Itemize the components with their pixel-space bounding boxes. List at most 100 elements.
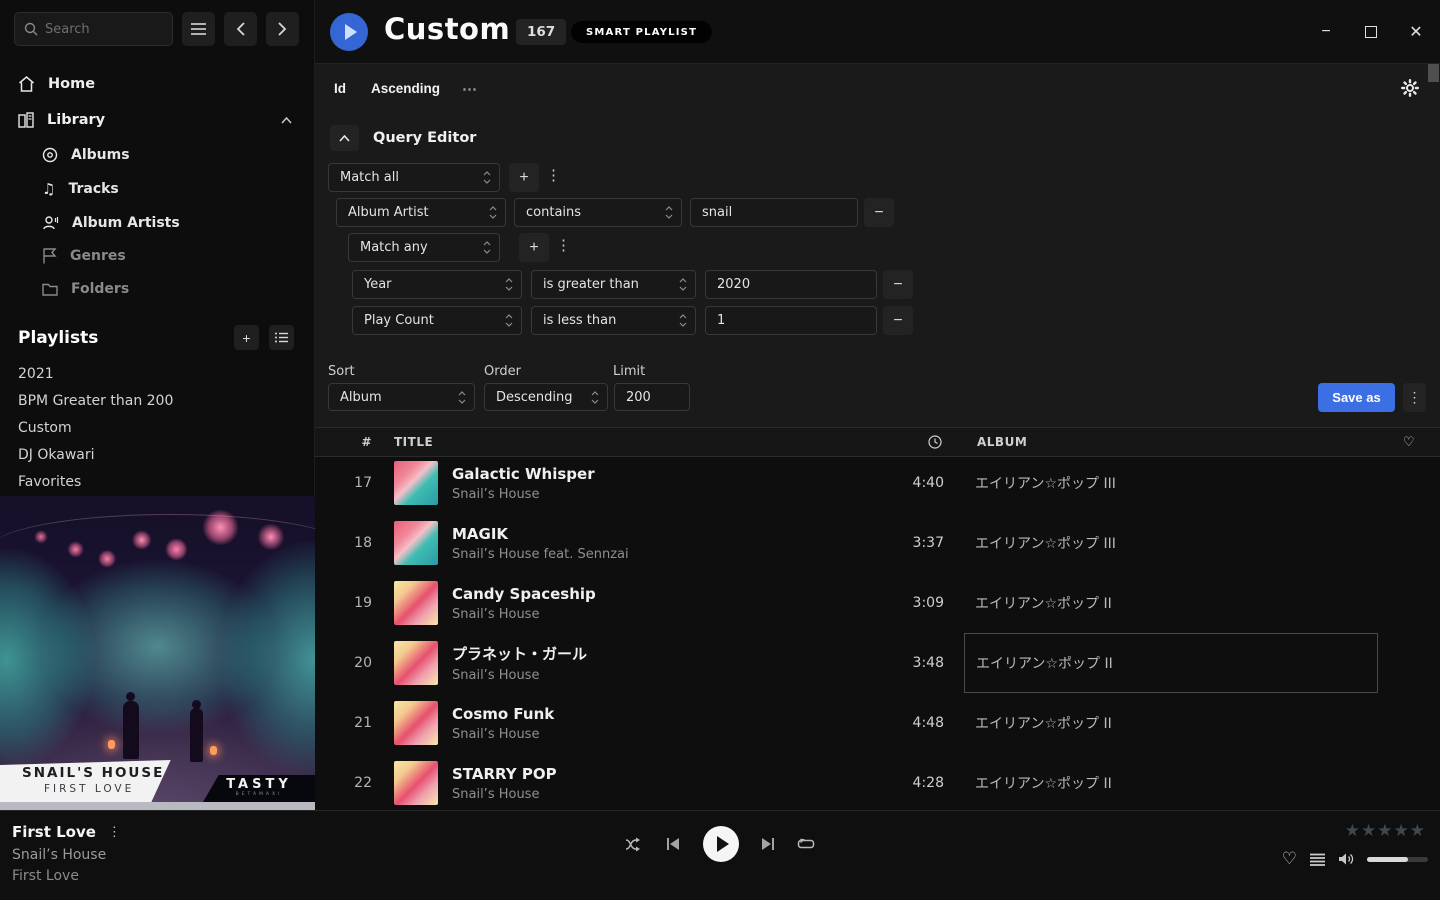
star-icon[interactable]: ★: [1377, 821, 1392, 841]
table-row[interactable]: 21 Cosmo Funk Snail’s House 4:48 エイリアン☆ポ…: [315, 693, 1440, 753]
add-playlist-button[interactable]: +: [234, 325, 259, 350]
play-playlist-button[interactable]: [330, 13, 368, 51]
rule3-field-select[interactable]: Play Count: [352, 306, 522, 335]
queue-button[interactable]: [1310, 853, 1325, 866]
now-playing-title[interactable]: First Love: [12, 823, 96, 841]
remove-rule3-button[interactable]: −: [883, 306, 913, 335]
volume-slider[interactable]: [1367, 857, 1428, 862]
track-title[interactable]: プラネット・ガール: [452, 643, 874, 664]
column-header-index[interactable]: #: [315, 435, 372, 449]
play-pause-button[interactable]: [703, 826, 739, 862]
next-button[interactable]: [761, 837, 775, 851]
album-cell[interactable]: エイリアン☆ポップ II: [964, 573, 1378, 633]
rule3-value-input[interactable]: 1: [705, 306, 877, 335]
track-art[interactable]: [394, 521, 438, 565]
star-icon[interactable]: ★: [1394, 821, 1409, 841]
column-header-album[interactable]: ALBUM: [964, 435, 1378, 449]
track-artist[interactable]: Snail’s House: [452, 487, 874, 502]
match-type-select-2[interactable]: Match any: [348, 233, 500, 262]
table-row[interactable]: 18 MAGIK Snail’s House feat. Sennzai 3:3…: [315, 513, 1440, 573]
now-playing-album[interactable]: First Love: [12, 868, 121, 884]
album-cell[interactable]: エイリアン☆ポップ II: [964, 753, 1378, 810]
track-title[interactable]: Galactic Whisper: [452, 465, 874, 483]
chevron-up-icon[interactable]: [281, 117, 292, 124]
remove-rule1-button[interactable]: −: [864, 198, 894, 227]
table-row[interactable]: 19 Candy Spaceship Snail’s House 3:09 エイ…: [315, 573, 1440, 633]
track-artist[interactable]: Snail’s House: [452, 727, 874, 742]
sidebar-item-album-artists[interactable]: Album Artists: [0, 206, 314, 239]
match-type-select-1[interactable]: Match all: [328, 163, 500, 192]
sidebar-item-genres[interactable]: Genres: [0, 239, 314, 272]
column-header-duration[interactable]: [928, 435, 942, 449]
playlist-item[interactable]: DJ Okawari: [0, 441, 314, 468]
sidebar-item-home[interactable]: Home: [0, 66, 314, 102]
track-artist[interactable]: Snail’s House: [452, 607, 874, 622]
sidebar-item-folders[interactable]: Folders: [0, 272, 314, 305]
playlist-item[interactable]: 2021: [0, 360, 314, 387]
close-button[interactable]: ✕: [1406, 22, 1426, 42]
track-art[interactable]: [394, 761, 438, 805]
sidebar-item-albums[interactable]: Albums: [0, 138, 314, 171]
minimize-button[interactable]: −: [1316, 22, 1336, 42]
track-art[interactable]: [394, 461, 438, 505]
scrollbar-thumb[interactable]: [1428, 64, 1439, 82]
rule2-operator-select[interactable]: is greater than: [531, 270, 696, 299]
sort-direction-button[interactable]: Ascending: [371, 81, 440, 96]
remove-rule2-button[interactable]: −: [883, 270, 913, 299]
shuffle-button[interactable]: [625, 837, 644, 852]
rule3-operator-select[interactable]: is less than: [531, 306, 696, 335]
star-icon[interactable]: ★: [1361, 821, 1376, 841]
sidebar-item-tracks[interactable]: ♫ Tracks: [0, 171, 314, 206]
track-title[interactable]: MAGIK: [452, 525, 874, 543]
table-row[interactable]: 17 Galactic Whisper Snail’s House 4:40 エ…: [315, 453, 1440, 513]
sort-field-button[interactable]: Id: [334, 81, 346, 96]
column-header-title[interactable]: TITLE: [394, 435, 874, 449]
rule2-field-select[interactable]: Year: [352, 270, 522, 299]
query-editor-collapse-button[interactable]: [330, 125, 359, 151]
forward-button[interactable]: [266, 12, 299, 46]
track-artist[interactable]: Snail’s House feat. Sennzai: [452, 547, 874, 562]
search-input[interactable]: [45, 22, 163, 37]
playlist-item[interactable]: Custom: [0, 414, 314, 441]
table-row[interactable]: 20 プラネット・ガール Snail’s House 3:48 エイリアン☆ポッ…: [315, 633, 1440, 693]
track-title[interactable]: Cosmo Funk: [452, 705, 874, 723]
group-menu-button-2[interactable]: ⋮: [556, 236, 571, 254]
table-row[interactable]: 22 STARRY POP Snail’s House 4:28 エイリアン☆ポ…: [315, 753, 1440, 810]
menu-button[interactable]: [182, 12, 215, 46]
add-rule-button-1[interactable]: +: [509, 163, 539, 192]
track-artist[interactable]: Snail’s House: [452, 787, 874, 802]
track-art[interactable]: [394, 581, 438, 625]
maximize-button[interactable]: [1361, 22, 1381, 42]
track-art[interactable]: [394, 701, 438, 745]
sort-select[interactable]: Album: [328, 383, 475, 411]
repeat-button[interactable]: [797, 837, 815, 851]
rule1-operator-select[interactable]: contains: [514, 198, 682, 227]
rule1-value-input[interactable]: snail: [690, 198, 858, 227]
album-cell[interactable]: エイリアン☆ポップ II: [964, 633, 1378, 693]
rule2-value-input[interactable]: 2020: [705, 270, 877, 299]
heart-icon[interactable]: ♡: [1403, 435, 1415, 450]
rule1-field-select[interactable]: Album Artist: [336, 198, 506, 227]
playlist-list-button[interactable]: [269, 325, 294, 350]
now-playing-artist[interactable]: Snail’s House: [12, 847, 121, 863]
previous-button[interactable]: [666, 837, 680, 851]
favorite-button[interactable]: ♡: [1282, 849, 1297, 869]
star-icon[interactable]: ★: [1345, 821, 1360, 841]
album-cell[interactable]: エイリアン☆ポップ II: [964, 693, 1378, 753]
order-select[interactable]: Descending: [484, 383, 608, 411]
now-playing-menu-button[interactable]: ⋮: [108, 824, 121, 840]
album-cell[interactable]: エイリアン☆ポップ III: [964, 453, 1378, 513]
volume-button[interactable]: [1338, 852, 1354, 866]
add-rule-button-2[interactable]: +: [519, 233, 549, 262]
sidebar-item-library[interactable]: Library: [0, 102, 314, 138]
save-as-button[interactable]: Save as: [1318, 383, 1395, 412]
track-artist[interactable]: Snail’s House: [452, 668, 874, 683]
album-cell[interactable]: エイリアン☆ポップ III: [964, 513, 1378, 573]
settings-button[interactable]: [1401, 79, 1419, 97]
search-box[interactable]: [14, 12, 173, 46]
playlist-item[interactable]: Favorites: [0, 468, 314, 495]
track-art[interactable]: [394, 641, 438, 685]
star-icon[interactable]: ★: [1410, 821, 1425, 841]
now-playing-art[interactable]: SNAIL'S HOUSE FIRST LOVE TASTY BETAMAXI: [0, 496, 315, 810]
track-title[interactable]: Candy Spaceship: [452, 585, 874, 603]
